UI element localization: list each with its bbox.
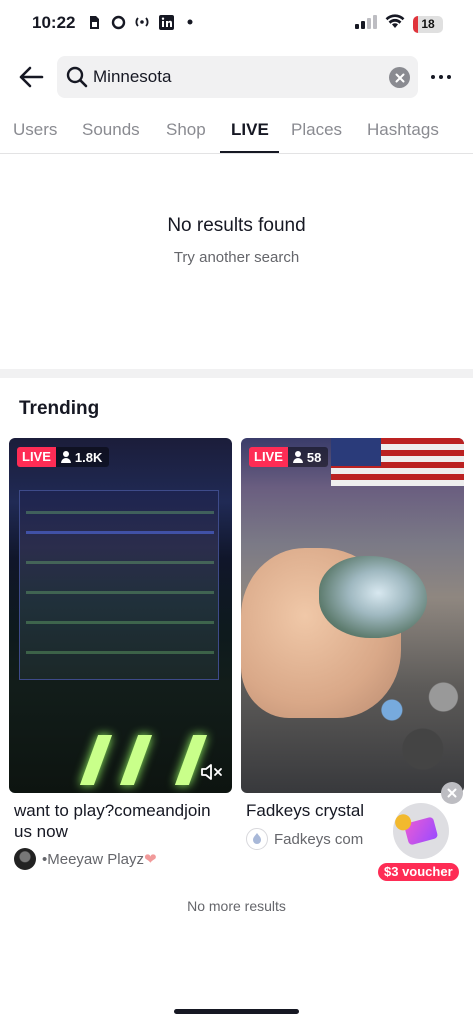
gift-icon	[393, 812, 439, 846]
status-time: 10:22	[32, 13, 76, 32]
home-indicator[interactable]	[174, 1009, 299, 1014]
signal-icon	[355, 14, 377, 34]
circle-icon	[110, 14, 126, 30]
sim-icon	[86, 14, 102, 30]
search-tabs: Users Sounds Shop LIVE Places Hashtags	[0, 104, 473, 154]
empty-state-title: No results found	[167, 215, 306, 236]
section-divider	[0, 369, 473, 378]
author-name: •Meeyaw Playz	[42, 850, 144, 868]
tab-hashtags[interactable]: Hashtags	[367, 120, 439, 140]
tab-users[interactable]: Users	[13, 120, 57, 140]
author-name: Fadkeys com	[274, 830, 364, 848]
person-icon	[60, 451, 71, 463]
broadcast-icon	[134, 14, 150, 30]
search-icon	[66, 66, 88, 88]
dot-icon	[182, 14, 198, 30]
live-label: LIVE	[249, 447, 288, 467]
battery-level: 18	[421, 17, 435, 31]
viewer-count-value: 58	[306, 449, 322, 465]
tab-sounds[interactable]: Sounds	[82, 120, 140, 140]
search-box[interactable]	[57, 56, 418, 98]
tab-live[interactable]: LIVE	[231, 120, 269, 140]
status-bar: 10:22 18	[0, 0, 473, 46]
viewer-count: 58	[287, 447, 329, 467]
empty-state: No results found Try another search	[0, 215, 473, 266]
active-tab-indicator	[220, 151, 279, 153]
battery-fill	[413, 15, 419, 33]
status-notification-icons	[86, 14, 198, 30]
voucher-close-button[interactable]	[441, 782, 463, 804]
clear-search-button[interactable]	[389, 67, 410, 88]
trending-heading: Trending	[19, 398, 100, 419]
avatar	[14, 848, 36, 870]
arrow-left-icon	[19, 66, 44, 88]
person-icon	[292, 451, 303, 463]
more-icon-dot	[447, 75, 451, 79]
search-input[interactable]	[93, 56, 383, 98]
more-icon-dot	[439, 75, 443, 79]
back-button[interactable]	[14, 60, 48, 94]
coin-icon	[393, 812, 413, 833]
live-label: LIVE	[17, 447, 56, 467]
linkedin-icon	[158, 14, 174, 30]
more-options-button[interactable]	[426, 64, 456, 90]
live-card[interactable]: LIVE 58	[241, 438, 464, 793]
tab-places[interactable]: Places	[291, 120, 342, 140]
voucher-label[interactable]: $3 voucher	[378, 863, 459, 881]
no-more-results: No more results	[187, 898, 286, 914]
avatar	[246, 828, 268, 850]
empty-state-subtitle: Try another search	[173, 249, 300, 266]
live-card-author[interactable]: Fadkeys com	[246, 828, 363, 850]
live-card[interactable]: LIVE 1.8K	[9, 438, 232, 793]
muted-speaker-icon[interactable]	[200, 761, 224, 783]
heart-icon: ❤	[143, 851, 157, 868]
close-icon	[395, 73, 404, 82]
stream-thumbnail	[19, 490, 219, 680]
more-icon-dot	[431, 75, 435, 79]
viewer-count-value: 1.8K	[74, 449, 103, 465]
tab-shop[interactable]: Shop	[166, 120, 206, 140]
status-system-icons: 18	[355, 14, 443, 34]
live-card-caption[interactable]: want to play?comeandjoin us now	[14, 800, 229, 842]
live-card-author[interactable]: •Meeyaw Playz ❤	[14, 848, 157, 870]
close-icon	[447, 788, 457, 798]
voucher-button[interactable]	[393, 803, 449, 859]
search-header	[0, 56, 473, 98]
live-badge: LIVE 1.8K	[17, 447, 110, 467]
live-badge: LIVE 58	[249, 447, 329, 467]
battery-icon: 18	[413, 15, 443, 33]
viewer-count: 1.8K	[55, 447, 110, 467]
wifi-icon	[385, 14, 405, 34]
